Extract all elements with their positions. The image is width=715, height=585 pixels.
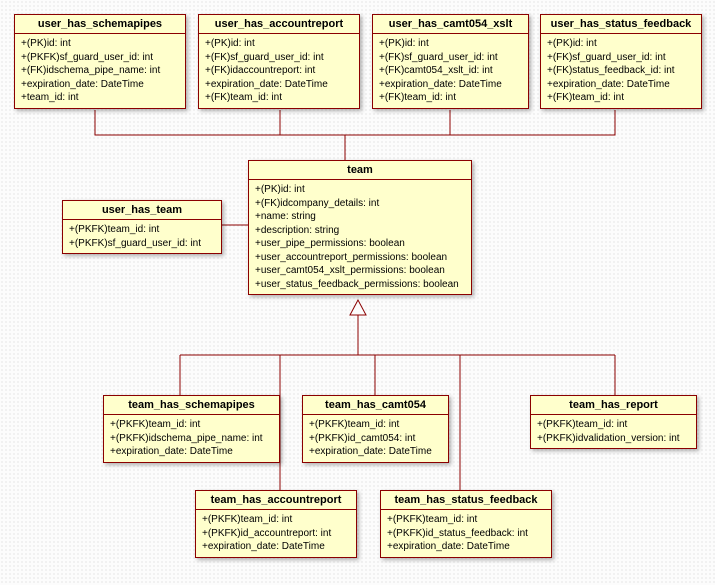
attr: +name: string [255,210,465,224]
attr: +(PK)id: int [205,37,353,51]
entity-user-has-accountreport: user_has_accountreport +(PK)id: int +(FK… [198,14,360,109]
attr: +(PKFK)team_id: int [537,418,690,432]
entity-title: user_has_camt054_xslt [373,15,528,34]
entity-body: +(PKFK)team_id: int +(PKFK)sf_guard_user… [63,220,221,253]
entity-title: team_has_status_feedback [381,491,551,510]
attr: +(PKFK)sf_guard_user_id: int [21,51,179,65]
attr: +user_accountreport_permissions: boolean [255,251,465,265]
entity-body: +(PKFK)team_id: int +(PKFK)idschema_pipe… [104,415,279,462]
attr: +expiration_date: DateTime [205,78,353,92]
entity-team-has-status-feedback: team_has_status_feedback +(PKFK)team_id:… [380,490,552,558]
attr: +(PKFK)id_accountreport: int [202,527,350,541]
attr: +(FK)sf_guard_user_id: int [205,51,353,65]
entity-title: user_has_accountreport [199,15,359,34]
attr: +(PKFK)team_id: int [69,223,215,237]
attr: +(PK)id: int [21,37,179,51]
entity-title: user_has_status_feedback [541,15,701,34]
attr: +(PKFK)idvalidation_version: int [537,432,690,446]
attr: +expiration_date: DateTime [309,445,442,459]
entity-body: +(PK)id: int +(FK)sf_guard_user_id: int … [373,34,528,108]
attr: +(PKFK)idschema_pipe_name: int [110,432,273,446]
attr: +user_pipe_permissions: boolean [255,237,465,251]
entity-body: +(PKFK)team_id: int +(PKFK)idvalidation_… [531,415,696,448]
attr: +expiration_date: DateTime [21,78,179,92]
entity-body: +(PKFK)team_id: int +(PKFK)id_accountrep… [196,510,356,557]
attr: +(FK)team_id: int [379,91,522,105]
entity-body: +(PK)id: int +(FK)sf_guard_user_id: int … [541,34,701,108]
entity-user-has-team: user_has_team +(PKFK)team_id: int +(PKFK… [62,200,222,254]
attr: +(PKFK)id_status_feedback: int [387,527,545,541]
attr: +(PK)id: int [547,37,695,51]
attr: +(FK)camt054_xslt_id: int [379,64,522,78]
entity-title: team_has_report [531,396,696,415]
attr: +expiration_date: DateTime [547,78,695,92]
attr: +description: string [255,224,465,238]
attr: +(PKFK)team_id: int [309,418,442,432]
attr: +(PKFK)sf_guard_user_id: int [69,237,215,251]
attr: +expiration_date: DateTime [202,540,350,554]
entity-title: team_has_schemapipes [104,396,279,415]
attr: +user_status_feedback_permissions: boole… [255,278,465,292]
attr: +(FK)idaccountreport: int [205,64,353,78]
entity-title: team_has_accountreport [196,491,356,510]
entity-team-has-report: team_has_report +(PKFK)team_id: int +(PK… [530,395,697,449]
attr: +expiration_date: DateTime [387,540,545,554]
attr: +(FK)sf_guard_user_id: int [379,51,522,65]
attr: +expiration_date: DateTime [379,78,522,92]
attr: +(PKFK)team_id: int [202,513,350,527]
entity-title: user_has_team [63,201,221,220]
attr: +(FK)team_id: int [547,91,695,105]
entity-user-has-schemapipes: user_has_schemapipes +(PK)id: int +(PKFK… [14,14,186,109]
attr: +(PKFK)team_id: int [110,418,273,432]
entity-team-has-accountreport: team_has_accountreport +(PKFK)team_id: i… [195,490,357,558]
entity-team-has-camt054: team_has_camt054 +(PKFK)team_id: int +(P… [302,395,449,463]
entity-team: team +(PK)id: int +(FK)idcompany_details… [248,160,472,295]
attr: +expiration_date: DateTime [110,445,273,459]
entity-team-has-schemapipes: team_has_schemapipes +(PKFK)team_id: int… [103,395,280,463]
attr: +(FK)sf_guard_user_id: int [547,51,695,65]
attr: +(PKFK)team_id: int [387,513,545,527]
attr: +(PK)id: int [255,183,465,197]
entity-user-has-status-feedback: user_has_status_feedback +(PK)id: int +(… [540,14,702,109]
attr: +(PKFK)id_camt054: int [309,432,442,446]
entity-user-has-camt054-xslt: user_has_camt054_xslt +(PK)id: int +(FK)… [372,14,529,109]
attr: +(FK)status_feedback_id: int [547,64,695,78]
entity-body: +(PK)id: int +(FK)sf_guard_user_id: int … [199,34,359,108]
entity-title: user_has_schemapipes [15,15,185,34]
entity-body: +(PK)id: int +(PKFK)sf_guard_user_id: in… [15,34,185,108]
entity-body: +(PKFK)team_id: int +(PKFK)id_camt054: i… [303,415,448,462]
entity-body: +(PKFK)team_id: int +(PKFK)id_status_fee… [381,510,551,557]
entity-body: +(PK)id: int +(FK)idcompany_details: int… [249,180,471,294]
attr: +team_id: int [21,91,179,105]
entity-title: team_has_camt054 [303,396,448,415]
attr: +(FK)team_id: int [205,91,353,105]
attr: +(FK)idschema_pipe_name: int [21,64,179,78]
attr: +user_camt054_xslt_permissions: boolean [255,264,465,278]
entity-title: team [249,161,471,180]
attr: +(PK)id: int [379,37,522,51]
attr: +(FK)idcompany_details: int [255,197,465,211]
